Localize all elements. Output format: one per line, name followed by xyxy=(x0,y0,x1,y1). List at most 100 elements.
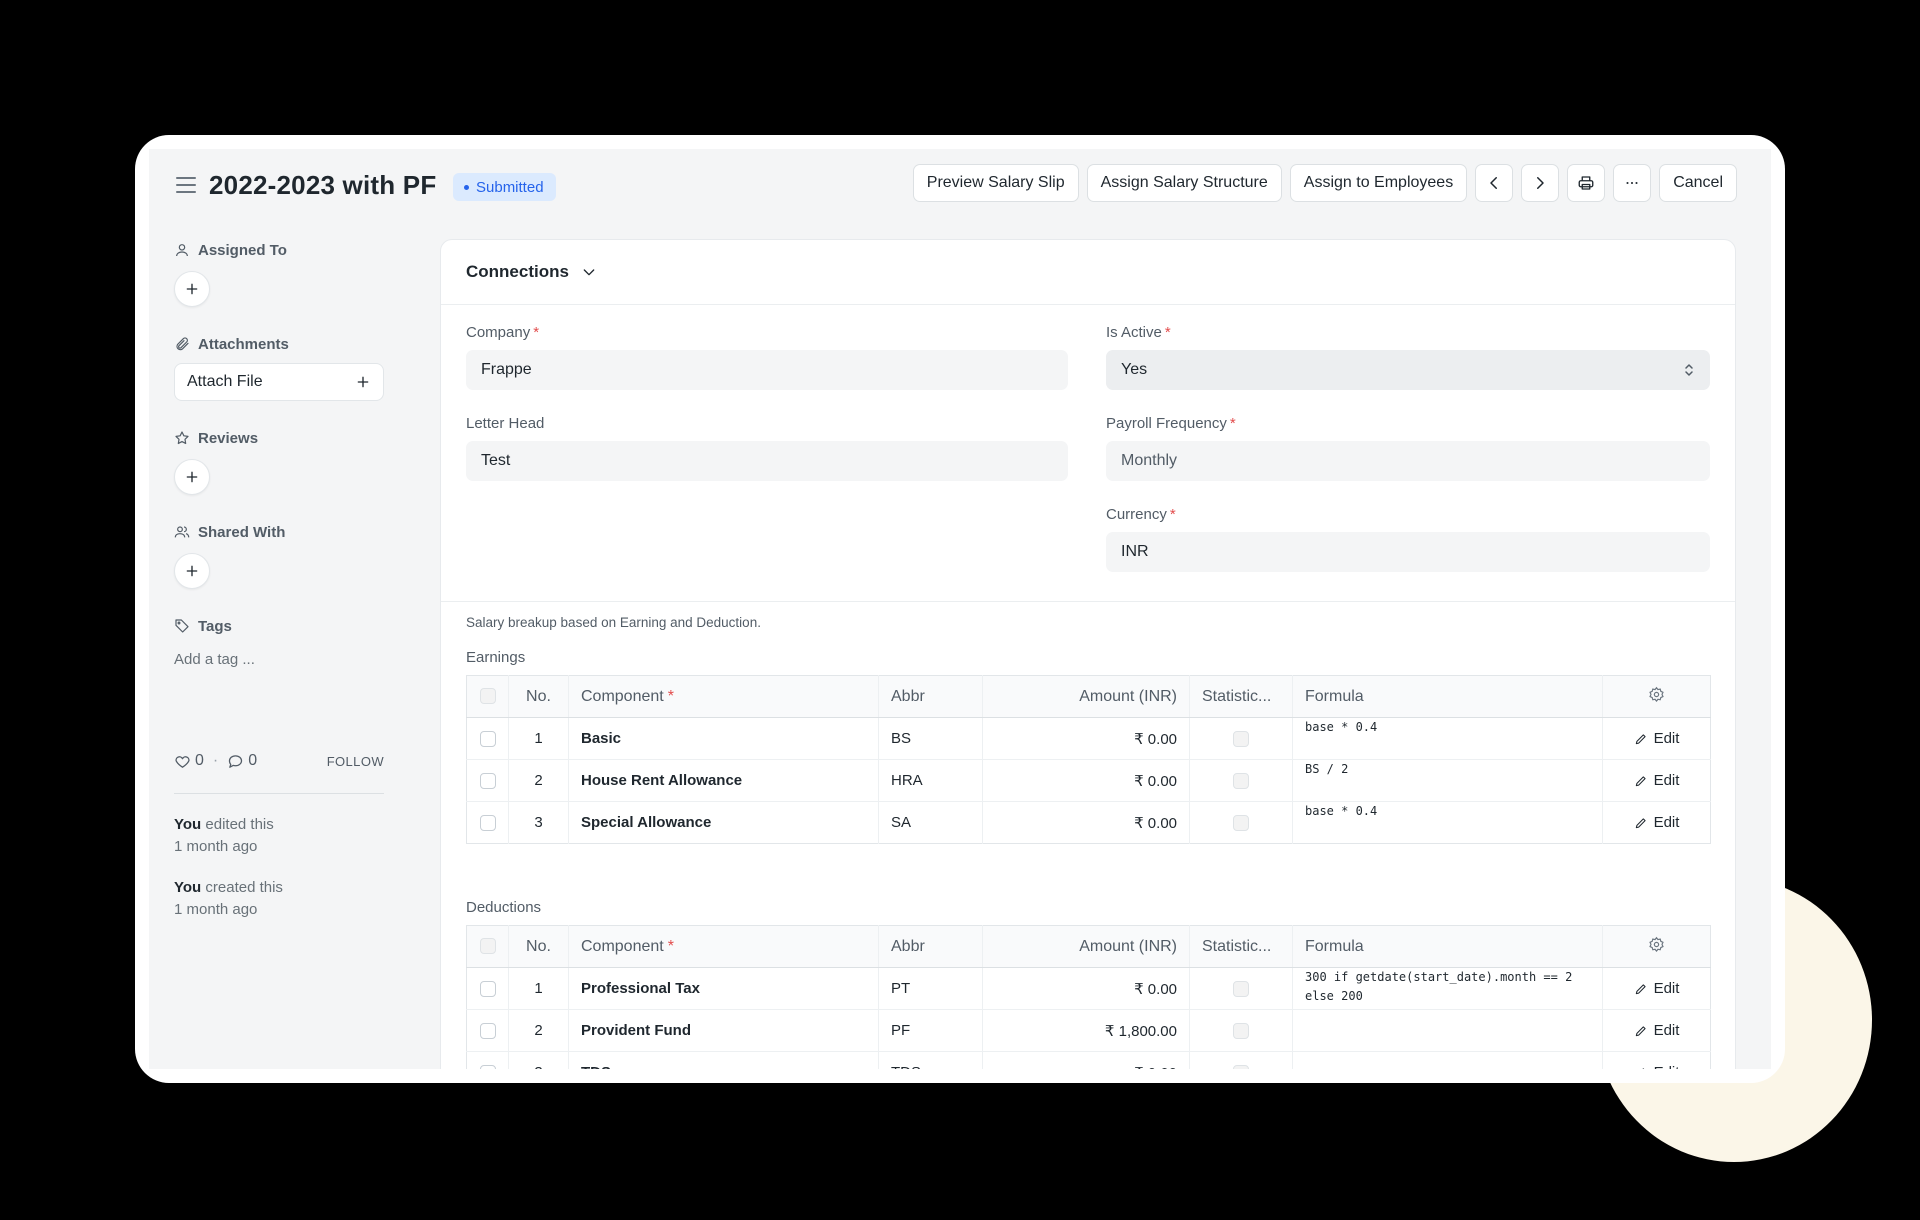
app-window: 2022-2023 with PF Submitted Preview Sala… xyxy=(135,135,1785,1083)
row-checkbox[interactable] xyxy=(466,967,509,1010)
table-row[interactable]: 2 House Rent Allowance HRA ₹ 0.00 BS / 2… xyxy=(466,759,1711,802)
col-abbr: Abbr xyxy=(878,675,983,718)
col-no: No. xyxy=(508,675,569,718)
column-settings-button[interactable] xyxy=(1602,675,1711,718)
assign-to-employees-button[interactable]: Assign to Employees xyxy=(1289,164,1468,202)
engagement-row: 0 · 0 FOLLOW xyxy=(174,752,384,774)
chevron-down-icon xyxy=(583,269,595,276)
likes-count: 0 xyxy=(195,752,204,769)
row-amount: ₹ 0.00 xyxy=(982,717,1190,760)
comment-icon[interactable] xyxy=(227,753,244,770)
table-row[interactable]: 1 Professional Tax PT ₹ 0.00 300 if getd… xyxy=(466,967,1711,1010)
payroll-frequency-field[interactable]: Monthly xyxy=(1106,441,1710,481)
row-checkbox[interactable] xyxy=(466,717,509,760)
pencil-icon xyxy=(1635,1025,1646,1036)
select-all-checkbox[interactable] xyxy=(466,675,509,718)
row-formula: 300 if getdate(start_date).month == 2 el… xyxy=(1292,967,1603,1010)
row-component[interactable]: House Rent Allowance xyxy=(568,759,879,802)
row-statistic-checkbox xyxy=(1189,717,1293,760)
is-active-value: Yes xyxy=(1121,361,1148,378)
row-edit-button[interactable]: Edit xyxy=(1602,967,1711,1010)
row-component[interactable]: Provident Fund xyxy=(568,1009,879,1052)
row-statistic-checkbox xyxy=(1189,759,1293,802)
activity-actor: You xyxy=(174,816,202,833)
row-abbr: BS xyxy=(878,717,983,760)
row-amount: ₹ 1,800.00 xyxy=(982,1009,1190,1052)
tag-icon xyxy=(175,619,189,633)
app-content: 2022-2023 with PF Submitted Preview Sala… xyxy=(149,149,1771,1069)
earnings-title: Earnings xyxy=(466,649,526,666)
status-dot-icon xyxy=(464,184,469,190)
row-no: 2 xyxy=(508,1009,569,1052)
row-component[interactable]: Professional Tax xyxy=(568,967,879,1010)
row-component[interactable]: Special Allowance xyxy=(568,801,879,844)
row-no: 1 xyxy=(508,717,569,760)
attach-file-button[interactable]: Attach File xyxy=(174,363,384,401)
pencil-icon xyxy=(1641,1067,1645,1069)
table-row[interactable]: 3 Special Allowance SA ₹ 0.00 base * 0.4… xyxy=(466,801,1711,844)
heart-icon[interactable] xyxy=(174,753,191,770)
is-active-select[interactable]: Yes xyxy=(1106,350,1710,390)
row-edit-button[interactable]: Edit xyxy=(1602,1051,1711,1069)
row-formula xyxy=(1292,1051,1603,1069)
print-button[interactable] xyxy=(1567,164,1606,202)
table-row[interactable]: 2 Provident Fund PF ₹ 1,800.00 Edit xyxy=(466,1009,1711,1052)
previous-doc-button[interactable] xyxy=(1475,164,1514,202)
col-no: No. xyxy=(508,925,569,968)
select-all-checkbox[interactable] xyxy=(466,925,509,968)
row-checkbox[interactable] xyxy=(466,759,509,802)
preview-salary-slip-button[interactable]: Preview Salary Slip xyxy=(912,164,1079,202)
row-edit-button[interactable]: Edit xyxy=(1602,801,1711,844)
column-settings-button[interactable] xyxy=(1602,925,1711,968)
col-statistic: Statistic... xyxy=(1189,925,1293,968)
row-abbr: HRA xyxy=(878,759,983,802)
connections-label: Connections xyxy=(466,262,569,281)
add-assignee-button[interactable] xyxy=(174,271,210,307)
company-field[interactable]: Frappe xyxy=(466,350,1068,390)
pencil-icon xyxy=(1635,983,1646,994)
currency-field[interactable]: INR xyxy=(1106,532,1710,572)
row-edit-button[interactable]: Edit xyxy=(1602,717,1711,760)
row-formula: base * 0.4 xyxy=(1292,801,1603,844)
col-abbr: Abbr xyxy=(878,925,983,968)
row-statistic-checkbox xyxy=(1189,1009,1293,1052)
row-edit-button[interactable]: Edit xyxy=(1602,759,1711,802)
activity-action: edited this xyxy=(201,816,274,833)
section-divider xyxy=(441,601,1735,602)
follow-button[interactable]: FOLLOW xyxy=(327,754,384,769)
row-abbr: SA xyxy=(878,801,983,844)
next-doc-button[interactable] xyxy=(1521,164,1560,202)
row-edit-button[interactable]: Edit xyxy=(1602,1009,1711,1052)
letter-head-field[interactable]: Test xyxy=(466,441,1068,481)
activity-item: You created this 1 month ago xyxy=(174,877,283,921)
col-formula: Formula xyxy=(1292,925,1603,968)
row-formula: base * 0.4 xyxy=(1292,717,1603,760)
is-active-label: Is Active * xyxy=(1106,324,1171,341)
row-component[interactable]: Basic xyxy=(568,717,879,760)
more-actions-button[interactable] xyxy=(1613,164,1652,202)
row-checkbox[interactable] xyxy=(466,1051,509,1069)
table-row[interactable]: 3 TDS TDS ₹ 0.00 Edit xyxy=(466,1051,1711,1069)
add-tag-link[interactable]: Add a tag ... xyxy=(174,651,255,668)
cancel-button[interactable]: Cancel xyxy=(1659,164,1737,202)
table-row[interactable]: 1 Basic BS ₹ 0.00 base * 0.4 Edit xyxy=(466,717,1711,760)
plus-icon xyxy=(357,376,369,388)
row-component[interactable]: TDS xyxy=(568,1051,879,1069)
row-amount: ₹ 0.00 xyxy=(982,1051,1190,1069)
assign-salary-structure-button[interactable]: Assign Salary Structure xyxy=(1086,164,1282,202)
add-review-button[interactable] xyxy=(174,459,210,495)
section-divider xyxy=(441,304,1735,305)
comments-count: 0 xyxy=(248,752,258,769)
user-icon xyxy=(176,244,188,257)
col-component: Component * xyxy=(568,675,879,718)
hamburger-menu-icon[interactable] xyxy=(176,177,196,195)
row-checkbox[interactable] xyxy=(466,1009,509,1052)
add-share-button[interactable] xyxy=(174,553,210,589)
earnings-table: No. Component * Abbr Amount (INR) Statist… xyxy=(466,675,1711,844)
col-amount: Amount (INR) xyxy=(982,675,1190,718)
row-checkbox[interactable] xyxy=(466,801,509,844)
connections-toggle[interactable]: Connections xyxy=(466,262,597,282)
activity-actor: You xyxy=(174,879,202,896)
reviews-section: Reviews xyxy=(174,427,258,449)
paperclip-icon xyxy=(176,337,189,351)
